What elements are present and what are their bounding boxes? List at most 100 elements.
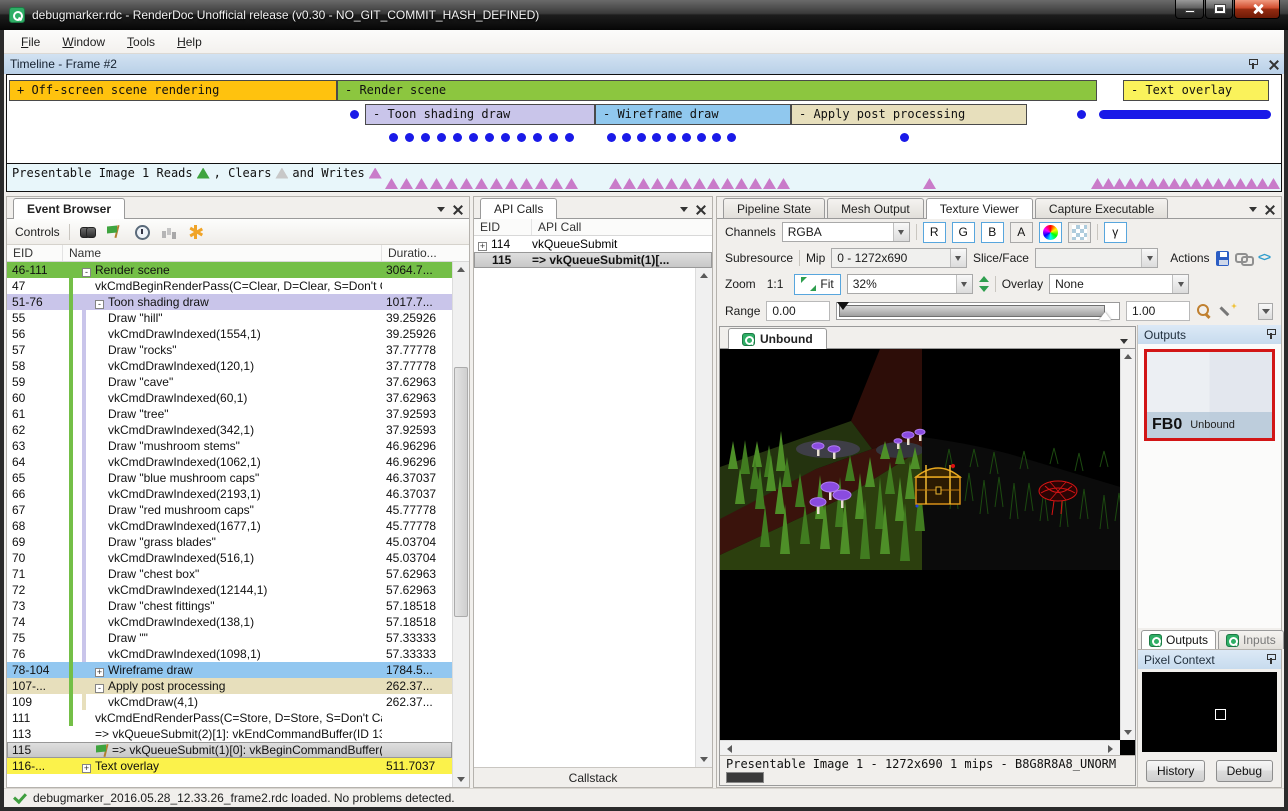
timeline-event-dot[interactable] <box>697 133 706 142</box>
event-row-76[interactable]: 76vkCmdDrawIndexed(1098,1)57.33333 <box>7 646 452 662</box>
tab-api-calls[interactable]: API Calls <box>480 198 557 219</box>
event-row-65[interactable]: 65Draw "blue mushroom caps"46.37037 <box>7 470 452 486</box>
save-texture-icon[interactable] <box>1216 251 1229 266</box>
timeline-event-dot[interactable] <box>485 133 494 142</box>
event-row-51-76[interactable]: 51-76-Toon shading draw1017.7... <box>7 294 452 310</box>
tree-expand-toggle[interactable]: + <box>95 668 104 677</box>
api-call-row-115[interactable]: 115=> vkQueueSubmit(1)[... <box>474 252 712 268</box>
close-button[interactable] <box>1234 0 1280 19</box>
timeline-event-dot[interactable] <box>453 133 462 142</box>
goto-code-icon[interactable] <box>1257 250 1273 266</box>
event-row-58[interactable]: 58vkCmdDrawIndexed(120,1)37.77778 <box>7 358 452 374</box>
texture-vertical-scrollbar[interactable] <box>1120 349 1135 740</box>
event-row-63[interactable]: 63Draw "mushroom stems"46.96296 <box>7 438 452 454</box>
scrollbar-thumb[interactable] <box>454 367 468 617</box>
autofit-wand-icon[interactable] <box>1220 303 1238 319</box>
range-options-button[interactable] <box>1258 303 1273 320</box>
tree-expand-toggle[interactable]: - <box>95 684 104 693</box>
minimize-button[interactable] <box>1175 0 1204 19</box>
tab-texture-viewer[interactable]: Texture Viewer <box>926 198 1033 219</box>
texture-image-view[interactable] <box>720 349 1135 755</box>
close-panel-icon[interactable] <box>1265 205 1274 214</box>
time-durations-icon[interactable] <box>133 224 151 240</box>
timeline-event-dot[interactable] <box>533 133 542 142</box>
event-row-67[interactable]: 67Draw "red mushroom caps"45.77778 <box>7 502 452 518</box>
jump-to-event-icon[interactable] <box>106 224 124 240</box>
event-row-69[interactable]: 69Draw "grass blades"45.03704 <box>7 534 452 550</box>
column-api-call[interactable]: API Call <box>532 219 712 235</box>
timeline-event-dot[interactable] <box>405 133 414 142</box>
menu-window[interactable]: Window <box>51 32 116 52</box>
tree-expand-toggle[interactable]: + <box>82 764 91 773</box>
panel-menu-icon[interactable] <box>437 207 445 212</box>
event-row-113[interactable]: 113=> vkQueueSubmit(2)[1]: vkEndCommandB… <box>7 726 452 742</box>
tab-inputs-thumbnails[interactable]: Inputs <box>1218 630 1284 649</box>
range-slider[interactable] <box>836 302 1120 320</box>
fit-button[interactable]: Fit <box>794 274 840 295</box>
pin-icon[interactable] <box>1248 59 1257 70</box>
range-slider-bar[interactable] <box>839 305 1105 317</box>
column-name[interactable]: Name <box>63 245 382 261</box>
timeline-event-dot[interactable] <box>389 133 398 142</box>
statistics-icon[interactable] <box>160 224 178 240</box>
debug-button[interactable]: Debug <box>1216 760 1273 782</box>
event-row-61[interactable]: 61Draw "tree"37.92593 <box>7 406 452 422</box>
event-row-116[interactable]: 116-...+Text overlay511.7037 <box>7 758 452 774</box>
zoom-combo[interactable]: 32% <box>847 274 973 294</box>
zoom-1to1-button[interactable]: 1:1 <box>762 275 789 293</box>
bookmark-icon[interactable] <box>187 224 205 240</box>
event-row-75[interactable]: 75Draw ""57.33333 <box>7 630 452 646</box>
pin-icon[interactable] <box>1266 654 1275 665</box>
api-call-row-114[interactable]: +114vkQueueSubmit <box>474 236 712 252</box>
history-button[interactable]: History <box>1146 760 1205 782</box>
event-row-78-104[interactable]: 78-104+Wireframe draw1784.5... <box>7 662 452 678</box>
scroll-up-icon[interactable] <box>697 268 711 283</box>
tab-unbound-texture[interactable]: Unbound <box>728 328 827 349</box>
checkerboard-button[interactable] <box>1068 222 1091 243</box>
menu-tools[interactable]: Tools <box>116 32 166 52</box>
mip-combo[interactable]: 0 - 1272x690 <box>831 248 967 268</box>
event-row-47[interactable]: 47vkCmdBeginRenderPass(C=Clear, D=Clear,… <box>7 278 452 294</box>
event-row-73[interactable]: 73Draw "chest fittings"57.18518 <box>7 598 452 614</box>
event-row-55[interactable]: 55Draw "hill"39.25926 <box>7 310 452 326</box>
timeline-panel-header[interactable]: Timeline - Frame #2 <box>4 54 1284 74</box>
tree-expand-toggle[interactable]: + <box>478 242 487 251</box>
timeline-event-dot[interactable] <box>549 133 558 142</box>
colorwheel-button[interactable] <box>1039 222 1062 243</box>
timeline-bar-off-screen-scene-rendering[interactable]: + Off-screen scene rendering <box>9 80 337 101</box>
timeline-event-dot[interactable] <box>469 133 478 142</box>
event-row-56[interactable]: 56vkCmdDrawIndexed(1554,1)39.25926 <box>7 326 452 342</box>
find-event-icon[interactable] <box>79 224 97 240</box>
maximize-button[interactable] <box>1205 0 1233 19</box>
channel-alpha-button[interactable]: A <box>1010 222 1033 243</box>
timeline-event-dot[interactable] <box>1077 110 1086 119</box>
panel-menu-icon[interactable] <box>680 207 688 212</box>
event-browser-scrollbar[interactable] <box>452 262 469 787</box>
tab-capture-executable[interactable]: Capture Executable <box>1035 198 1168 218</box>
event-row-70[interactable]: 70vkCmdDrawIndexed(516,1)45.03704 <box>7 550 452 566</box>
event-row-66[interactable]: 66vkCmdDrawIndexed(2193,1)46.37037 <box>7 486 452 502</box>
close-panel-icon[interactable] <box>1269 60 1278 69</box>
timeline-event-dot[interactable] <box>517 133 526 142</box>
panel-menu-icon[interactable] <box>1249 207 1257 212</box>
tree-expand-toggle[interactable]: - <box>82 268 91 277</box>
timeline-body[interactable]: Presentable Image 1 Reads, Clearsand Wri… <box>6 74 1282 192</box>
texture-list-icon[interactable] <box>1120 339 1128 344</box>
timeline-event-dot[interactable] <box>900 133 909 142</box>
timeline-event-dot[interactable] <box>501 133 510 142</box>
timeline-event-dot[interactable] <box>437 133 446 142</box>
event-row-57[interactable]: 57Draw "rocks"37.77778 <box>7 342 452 358</box>
timeline-event-dot[interactable] <box>727 133 736 142</box>
range-min-field[interactable]: 0.00 <box>766 301 830 321</box>
event-row-72[interactable]: 72vkCmdDrawIndexed(12144,1)57.62963 <box>7 582 452 598</box>
event-row-115[interactable]: 115=> vkQueueSubmit(1)[0]: vkBeginComman… <box>7 742 452 758</box>
open-resource-icon[interactable] <box>1235 250 1251 266</box>
texture-horizontal-scrollbar[interactable] <box>720 740 1120 755</box>
close-panel-icon[interactable] <box>696 205 705 214</box>
timeline-event-dot[interactable] <box>622 133 631 142</box>
channel-blue-button[interactable]: B <box>981 222 1004 243</box>
event-row-68[interactable]: 68vkCmdDrawIndexed(1677,1)45.77778 <box>7 518 452 534</box>
range-max-field[interactable]: 1.00 <box>1126 301 1190 321</box>
timeline-bar-render-scene[interactable]: - Render scene <box>337 80 1097 101</box>
overlay-combo[interactable]: None <box>1049 274 1189 294</box>
